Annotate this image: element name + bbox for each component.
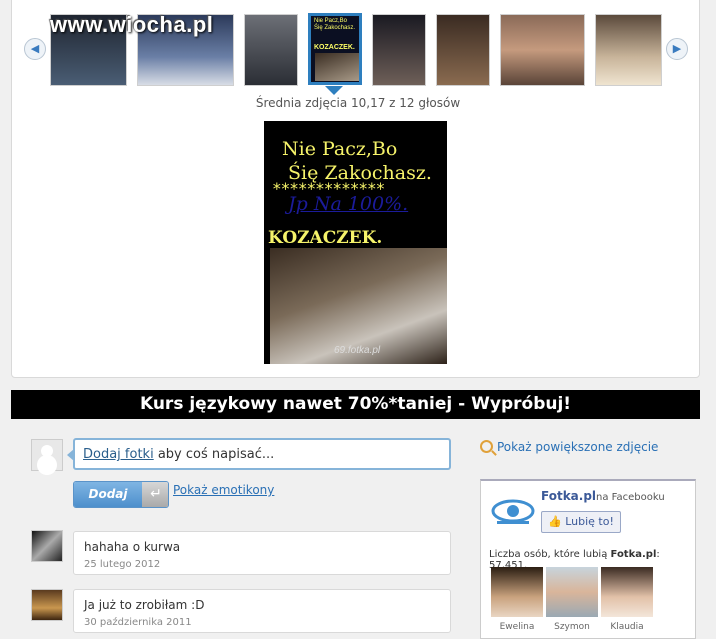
fan-name: Klaudia (610, 622, 644, 632)
show-enlarged-photo-link[interactable]: Pokaż powiększone zdjęcie (480, 440, 658, 454)
comment-date: 30 października 2011 (84, 617, 192, 628)
magnifier-icon (480, 440, 493, 453)
show-emoticons-link[interactable]: Pokaż emotikony (173, 483, 274, 497)
photo-kozaczek-text: KOZACZEK. (268, 228, 383, 248)
ad-banner[interactable]: Kurs językowy nawet 70%*taniej - Wypróbu… (11, 390, 700, 419)
return-icon: ↵ (142, 482, 168, 507)
default-avatar-icon (31, 439, 63, 471)
fan-avatar[interactable] (601, 567, 653, 617)
count-prefix: Liczba osób, które lubią (489, 549, 611, 560)
fb-suffix: na Facebooku (596, 492, 665, 503)
active-thumb-pointer (325, 86, 343, 95)
rating-text: Średnia zdjęcia 10,17 z 12 głosów (255, 96, 461, 110)
fb-page-name[interactable]: Fotka.plna Facebooku (541, 489, 665, 503)
thumbs-up-icon: 👍 (548, 515, 562, 528)
comment-item: Ja już to zrobiłam :D 30 października 20… (73, 589, 451, 633)
fb-brand: Fotka.pl (541, 489, 597, 503)
fan-name: Szymon (554, 622, 590, 632)
add-button-label: Dodaj (74, 482, 142, 507)
count-brand: Fotka.pl (610, 549, 657, 560)
thumbnail-8[interactable] (595, 14, 662, 86)
photo-caption-line: Nie Pacz,Bo Śię Zakochasz. (282, 138, 432, 184)
fan-avatar[interactable] (491, 567, 543, 617)
thumbnail-4-active[interactable]: Nie Pacz,Bo Śię Zakochasz. KOZACZEK. (308, 13, 362, 85)
compose-prompt: aby coś napisać... (153, 447, 275, 462)
photo-link-text: Jp Na 100%. (288, 193, 409, 215)
comment-text: Ja już to zrobiłam :D (84, 598, 205, 612)
fb-like-button[interactable]: 👍 Lubię to! (541, 511, 621, 533)
thumbnail-5[interactable] (372, 14, 426, 86)
facebook-box: Fotka.plna Facebooku 👍 Lubię to! Liczba … (480, 479, 696, 639)
watermark-logo: www.wiocha.pl (50, 12, 214, 37)
comment-item: hahaha o kurwa 25 lutego 2012 (73, 531, 451, 575)
comment-text: hahaha o kurwa (84, 540, 181, 554)
comment-avatar[interactable] (31, 589, 63, 621)
zoom-label: Pokaż powiększone zdjęcie (497, 440, 659, 454)
photo-watermark: 69.fotka.pl (334, 345, 381, 356)
comment-date: 25 lutego 2012 (84, 559, 161, 570)
main-photo[interactable]: Nie Pacz,Bo Śię Zakochasz. *************… (264, 121, 447, 364)
next-arrow-icon[interactable]: ▶ (666, 38, 688, 60)
comment-avatar[interactable] (31, 530, 63, 562)
thumbnail-3[interactable] (244, 14, 298, 86)
comment-input[interactable]: Dodaj fotki aby coś napisać... (67, 438, 451, 470)
thumbnail-6[interactable] (436, 14, 490, 86)
fotka-logo-icon (491, 499, 535, 524)
fb-like-label: Lubię to! (565, 515, 614, 528)
prev-arrow-icon[interactable]: ◀ (24, 38, 46, 60)
fan-name: Ewelina (499, 622, 535, 632)
add-comment-button[interactable]: Dodaj ↵ (73, 481, 169, 508)
fan-avatar[interactable] (546, 567, 598, 617)
add-photos-link[interactable]: Dodaj fotki (83, 447, 154, 462)
thumbnail-7[interactable] (500, 14, 585, 86)
